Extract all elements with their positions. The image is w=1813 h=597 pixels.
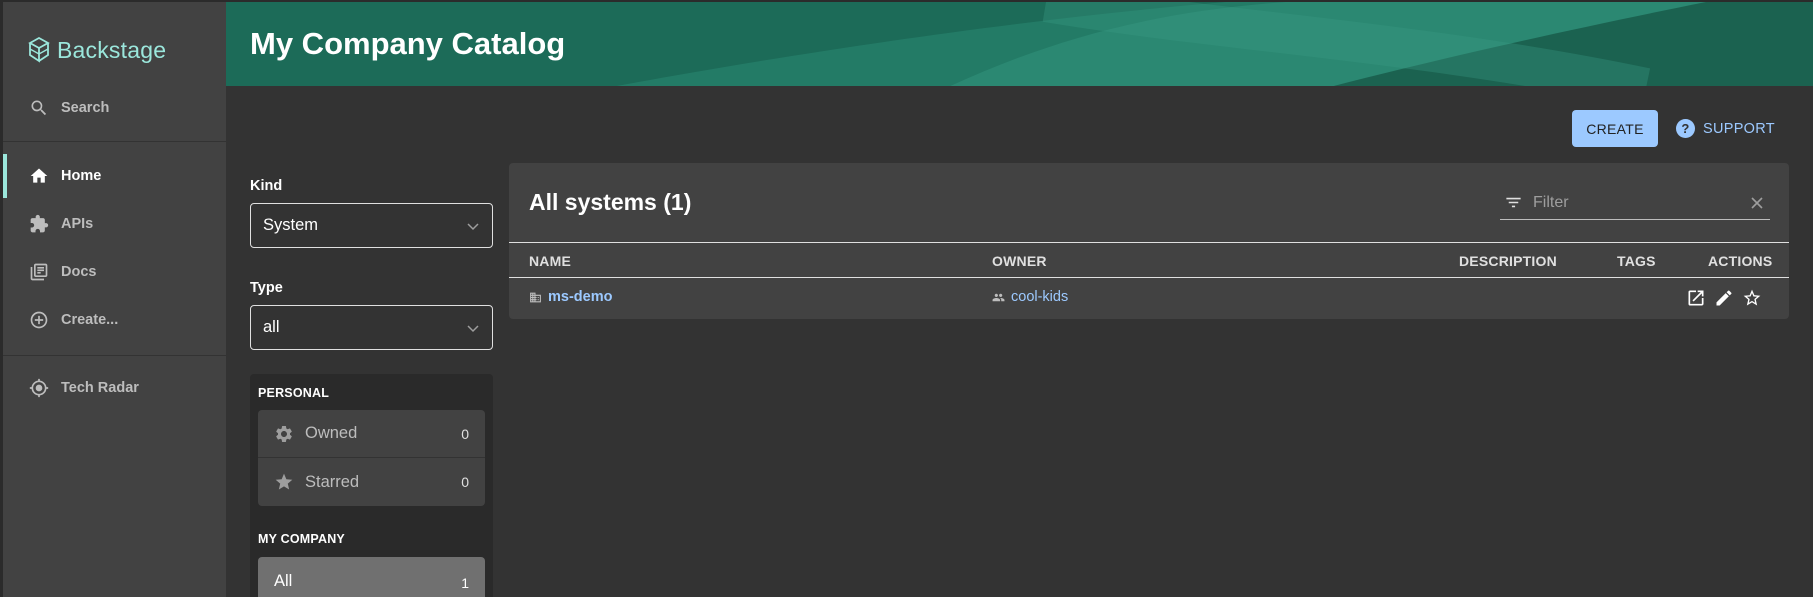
user-filter-panel: PERSONAL Owned 0 Starred 0 MY COMPANY Al… <box>250 374 493 597</box>
page-title: My Company Catalog <box>250 26 566 61</box>
row-actions <box>1686 288 1762 308</box>
sidebar-item-tech-radar[interactable]: Tech Radar <box>3 366 226 410</box>
filter-all-count: 1 <box>461 575 469 591</box>
filter-owned[interactable]: Owned 0 <box>258 410 485 458</box>
filter-starred-label: Starred <box>305 472 360 491</box>
type-select[interactable]: all <box>250 305 493 350</box>
filter-starred-count: 0 <box>461 474 469 490</box>
filter-list-icon <box>1506 197 1521 208</box>
catalog-table: All systems (1) NAME OWNER DESCRIPTION T… <box>509 163 1789 319</box>
filter-input[interactable] <box>1533 193 1748 212</box>
sidebar-item-create[interactable]: Create... <box>3 298 226 342</box>
owner-cell: cool-kids <box>992 289 1068 305</box>
kind-label: Kind <box>250 178 283 194</box>
page-header: My Company Catalog <box>226 0 1813 86</box>
system-icon <box>530 292 541 302</box>
sidebar-item-home[interactable]: Home <box>3 154 226 198</box>
table-header-row: NAME OWNER DESCRIPTION TAGS ACTIONS <box>509 242 1789 278</box>
logo[interactable]: Backstage <box>27 32 166 68</box>
sidebar-divider <box>3 355 226 356</box>
sidebar: Backstage Search Home APIs Docs Create..… <box>0 0 226 597</box>
column-header-description[interactable]: DESCRIPTION <box>1459 253 1557 269</box>
entity-name-link[interactable]: ms-demo <box>548 289 612 305</box>
kind-select[interactable]: System <box>250 203 493 248</box>
home-icon <box>30 168 48 183</box>
personal-group-title: PERSONAL <box>258 386 330 400</box>
chevron-down-icon <box>467 324 479 332</box>
table-row: ms-demo cool-kids <box>509 278 1789 319</box>
edit-icon[interactable] <box>1714 288 1734 308</box>
create-button[interactable]: CREATE <box>1572 110 1658 147</box>
search-icon <box>31 100 47 116</box>
column-header-name[interactable]: NAME <box>529 253 571 269</box>
sidebar-item-apis[interactable]: APIs <box>3 202 226 246</box>
backstage-logo-icon <box>28 36 50 63</box>
sidebar-divider <box>3 141 226 142</box>
name-cell: ms-demo <box>529 289 612 305</box>
filter-owned-label: Owned <box>305 424 358 442</box>
chevron-down-icon <box>467 222 479 230</box>
support-button[interactable]: ? SUPPORT <box>1676 110 1775 147</box>
logo-text: Backstage <box>57 36 167 63</box>
filter-all[interactable]: All 1 <box>258 557 485 597</box>
gear-icon <box>276 425 292 442</box>
open-in-new-icon[interactable] <box>1686 288 1706 308</box>
type-label: Type <box>250 280 283 296</box>
type-select-value: all <box>263 318 280 336</box>
kind-select-value: System <box>263 216 319 234</box>
star-icon <box>275 473 293 490</box>
support-label: SUPPORT <box>1703 120 1775 137</box>
column-header-actions: ACTIONS <box>1708 253 1773 269</box>
sidebar-item-label: Docs <box>61 264 97 280</box>
column-header-owner[interactable]: OWNER <box>992 253 1047 269</box>
app-root: Backstage Search Home APIs Docs Create..… <box>0 0 1813 597</box>
add-circle-icon <box>30 311 48 329</box>
puzzle-icon <box>30 214 49 233</box>
sidebar-item-label: Create... <box>61 312 119 328</box>
sidebar-item-label: Tech Radar <box>61 380 139 396</box>
library-icon <box>30 263 48 281</box>
filter-all-label: All <box>274 571 293 590</box>
sidebar-item-search[interactable]: Search <box>3 86 226 130</box>
company-group-title: MY COMPANY <box>258 532 345 546</box>
owner-link[interactable]: cool-kids <box>1011 289 1068 305</box>
personal-filter-list: Owned 0 Starred 0 <box>258 410 485 506</box>
sidebar-item-label: APIs <box>61 216 94 232</box>
sidebar-item-label: Search <box>61 100 110 116</box>
radar-icon <box>29 378 49 398</box>
column-header-tags[interactable]: TAGS <box>1617 253 1656 269</box>
table-filter <box>1500 186 1770 220</box>
group-icon <box>992 293 1005 301</box>
filter-starred[interactable]: Starred 0 <box>258 458 485 506</box>
help-icon: ? <box>1676 119 1695 138</box>
star-outline-icon[interactable] <box>1742 288 1762 308</box>
sidebar-item-docs[interactable]: Docs <box>3 250 226 294</box>
table-title: All systems (1) <box>529 189 692 215</box>
close-icon[interactable] <box>1748 194 1766 212</box>
filter-owned-count: 0 <box>461 425 469 442</box>
sidebar-item-label: Home <box>61 168 102 184</box>
